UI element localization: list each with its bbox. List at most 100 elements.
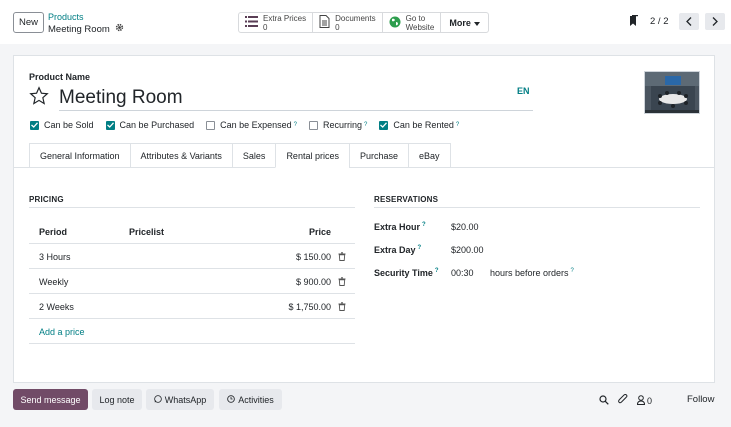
extra-hour-input[interactable]: $20.00: [451, 222, 479, 232]
extra-day-input[interactable]: $200.00: [451, 245, 484, 255]
help-icon[interactable]: ?: [418, 245, 422, 251]
follow-button[interactable]: Follow: [687, 394, 714, 405]
can-be-rented-label: Can be Rented: [393, 120, 454, 130]
can-be-sold-label: Can be Sold: [44, 120, 94, 130]
period-cell: 2 Weeks: [39, 302, 74, 312]
extra-day-field: Extra Day? $200.00: [374, 245, 484, 255]
send-message-button[interactable]: Send message: [13, 389, 88, 410]
gear-icon[interactable]: [115, 23, 124, 35]
whatsapp-button[interactable]: WhatsApp: [146, 389, 214, 410]
pager-count[interactable]: 2 / 2: [650, 16, 669, 27]
search-icon[interactable]: [599, 394, 609, 407]
tab-sales[interactable]: Sales: [231, 143, 276, 168]
breadcrumb-parent[interactable]: Products: [48, 12, 84, 22]
security-time-suffix: hours before orders?: [490, 268, 574, 278]
product-name-input[interactable]: Meeting Room: [59, 87, 533, 111]
product-image[interactable]: [644, 71, 700, 114]
help-icon[interactable]: ?: [294, 122, 297, 128]
can-be-expensed-label: Can be Expensed: [220, 120, 292, 130]
document-icon: [319, 15, 330, 30]
activities-label: Activities: [238, 394, 274, 405]
whatsapp-label: WhatsApp: [164, 394, 207, 405]
pager: 2 / 2: [630, 13, 725, 30]
breadcrumb-current-label: Meeting Room: [48, 23, 110, 35]
period-column-header[interactable]: Period: [39, 227, 67, 237]
checkbox-unchecked-icon: [309, 120, 319, 130]
checkbox-checked-icon: [30, 120, 39, 130]
extra-hour-label: Extra Hour?: [374, 222, 451, 232]
form-sheet: Product Name Meeting Room EN Can be Sold…: [13, 55, 715, 383]
product-name-label: Product Name: [29, 72, 91, 82]
table-row[interactable]: Weekly $ 900.00: [29, 269, 355, 294]
followers-button[interactable]: 0: [636, 394, 652, 407]
log-note-button[interactable]: Log note: [92, 389, 142, 410]
website-label: Website: [405, 22, 435, 32]
extra-day-label: Extra Day?: [374, 245, 451, 255]
extra-prices-button[interactable]: Extra Prices 0: [239, 13, 314, 32]
tab-purchase[interactable]: Purchase: [348, 143, 408, 168]
security-time-input[interactable]: 00:30: [451, 268, 490, 278]
security-time-suffix-text: hours before orders: [490, 268, 569, 278]
reservations-section-title: RESERVATIONS: [374, 195, 439, 204]
pricing-section-title: PRICING: [29, 195, 64, 204]
chevron-right-icon: [712, 17, 718, 26]
tab-general-information[interactable]: General Information: [29, 143, 130, 168]
help-icon[interactable]: ?: [364, 122, 367, 128]
checkbox-checked-icon: [105, 120, 115, 130]
whatsapp-icon: [153, 394, 162, 405]
security-time-field: Security Time? 00:30 hours before orders…: [374, 268, 574, 278]
activities-button[interactable]: Activities: [219, 389, 282, 410]
pager-previous-button[interactable]: [678, 13, 699, 30]
star-icon[interactable]: [29, 86, 49, 108]
extra-prices-label: Extra Prices: [263, 13, 307, 23]
language-button[interactable]: EN: [517, 86, 530, 96]
help-icon[interactable]: ?: [571, 268, 574, 274]
can-be-expensed-checkbox[interactable]: Can be Expensed ?: [206, 120, 297, 130]
checkbox-checked-icon: [379, 120, 389, 130]
documents-label: Documents: [335, 13, 376, 23]
user-icon: [636, 394, 646, 407]
more-button[interactable]: More: [441, 13, 488, 32]
recurring-checkbox[interactable]: Recurring ?: [309, 120, 367, 130]
table-row[interactable]: 2 Weeks $ 1,750.00: [29, 294, 355, 319]
bookmark-icon[interactable]: [630, 15, 638, 28]
add-price-link[interactable]: Add a price: [39, 327, 85, 337]
help-icon[interactable]: ?: [456, 122, 459, 128]
globe-icon: [389, 16, 401, 30]
tab-rental-prices[interactable]: Rental prices: [275, 143, 349, 168]
help-icon[interactable]: ?: [422, 222, 426, 228]
pricelist-column-header[interactable]: Pricelist: [129, 227, 164, 237]
trash-icon[interactable]: [338, 302, 346, 313]
recurring-label: Recurring: [323, 120, 363, 130]
can-be-rented-checkbox[interactable]: Can be Rented ?: [379, 120, 459, 130]
new-button[interactable]: New: [13, 12, 44, 33]
list-icon: [245, 16, 258, 29]
control-panel: New Products Meeting Room Extra Prices 0…: [0, 0, 731, 44]
reservations-divider: [374, 207, 700, 208]
tab-attributes-variants[interactable]: Attributes & Variants: [129, 143, 232, 168]
trash-icon[interactable]: [338, 277, 346, 288]
period-cell: 3 Hours: [39, 252, 71, 262]
can-be-purchased-label: Can be Purchased: [119, 120, 195, 130]
security-time-label-text: Security Time: [374, 268, 433, 278]
can-be-sold-checkbox[interactable]: Can be Sold: [30, 120, 94, 130]
chevron-left-icon: [685, 17, 691, 26]
extra-hour-label-text: Extra Hour: [374, 222, 421, 232]
extra-hour-field: Extra Hour? $20.00: [374, 222, 479, 232]
go-to-website-button[interactable]: Go to Website: [383, 13, 442, 32]
add-price-row: Add a price: [29, 319, 355, 344]
table-row[interactable]: 3 Hours $ 150.00: [29, 244, 355, 269]
tab-ebay[interactable]: eBay: [408, 143, 451, 168]
smart-buttons: Extra Prices 0 Documents 0 Go to Website…: [238, 12, 489, 33]
trash-icon[interactable]: [338, 252, 346, 263]
paperclip-icon[interactable]: [618, 394, 628, 407]
security-time-label: Security Time?: [374, 268, 451, 278]
extra-day-label-text: Extra Day: [374, 245, 416, 255]
price-column-header[interactable]: Price: [309, 227, 331, 237]
documents-button[interactable]: Documents 0: [313, 13, 383, 32]
price-cell: $ 150.00: [295, 252, 331, 262]
go-to-website-text: Go to Website: [406, 14, 435, 32]
pager-next-button[interactable]: [704, 13, 725, 30]
help-icon[interactable]: ?: [435, 268, 439, 274]
can-be-purchased-checkbox[interactable]: Can be Purchased: [105, 120, 195, 130]
